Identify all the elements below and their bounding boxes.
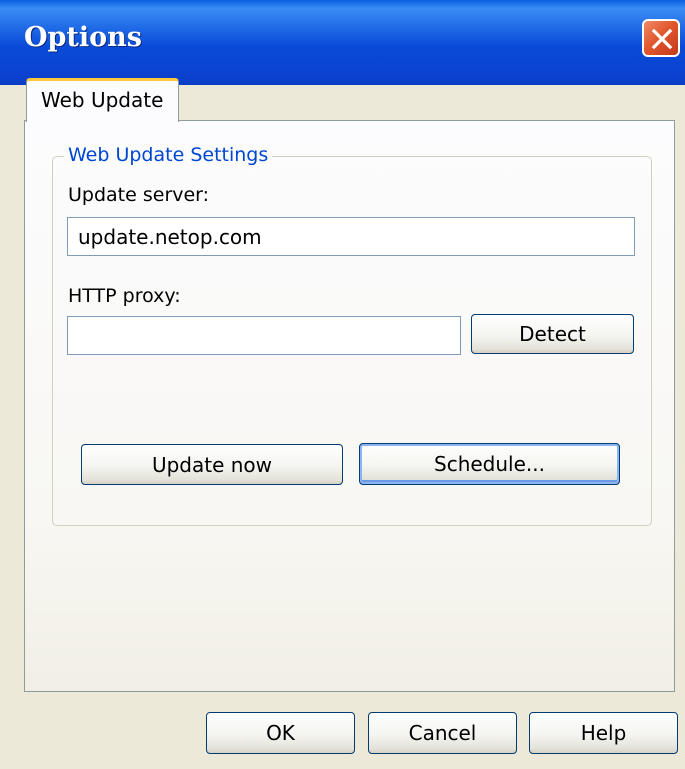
update-server-input[interactable] (67, 217, 635, 256)
tab-web-update[interactable]: Web Update (26, 78, 179, 122)
help-button[interactable]: Help (529, 712, 678, 754)
options-dialog: Options Web Update Web Update Settings U… (0, 0, 685, 769)
http-proxy-input[interactable] (67, 316, 461, 355)
detect-button[interactable]: Detect (471, 314, 634, 354)
update-now-button[interactable]: Update now (81, 444, 343, 485)
close-icon (651, 28, 673, 50)
schedule-button[interactable]: Schedule... (359, 443, 620, 485)
title-bar[interactable]: Options (0, 0, 685, 85)
cancel-button[interactable]: Cancel (368, 712, 517, 754)
update-server-label: Update server: (68, 184, 210, 206)
ok-button[interactable]: OK (206, 712, 355, 754)
tab-label: Web Update (41, 88, 164, 112)
group-title: Web Update Settings (64, 144, 273, 166)
http-proxy-label: HTTP proxy: (68, 285, 181, 307)
window-title: Options (24, 22, 142, 53)
close-button[interactable] (642, 19, 680, 57)
